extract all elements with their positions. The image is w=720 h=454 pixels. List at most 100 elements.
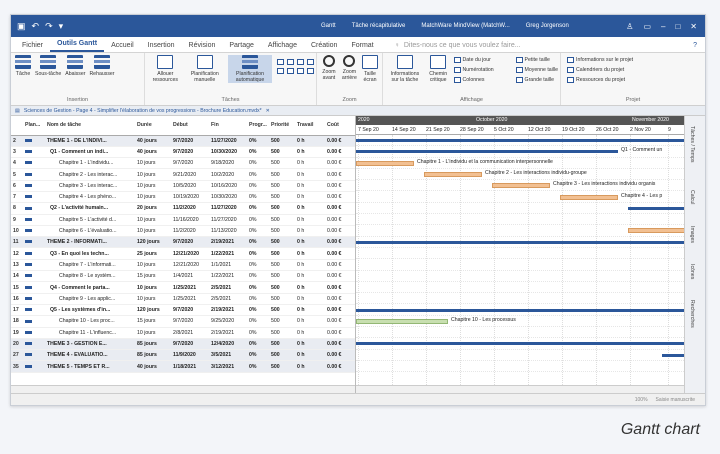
menu-revision[interactable]: Révision	[182, 42, 223, 52]
menu-outils-gantt[interactable]: Outils Gantt	[50, 40, 105, 52]
task-bar[interactable]	[356, 318, 448, 324]
start-cell[interactable]: 10/19/2020	[171, 191, 209, 204]
numbering-option[interactable]: Numérotation	[453, 65, 512, 75]
row-number[interactable]: 9	[11, 214, 23, 226]
medium-size-option[interactable]: Moyenne taille	[515, 65, 558, 75]
save-icon[interactable]: ▣	[17, 21, 26, 32]
task-name-cell[interactable]: Q4 - Comment le parta...	[45, 281, 135, 294]
end-cell[interactable]: 2/19/2021	[209, 304, 247, 317]
task-bar[interactable]	[560, 194, 618, 200]
column-header-work[interactable]: Travail	[295, 116, 325, 136]
duration-cell[interactable]: 10 jours	[135, 168, 171, 181]
plan-cell[interactable]	[23, 157, 45, 170]
progress-cell[interactable]: 0%	[247, 304, 269, 317]
end-cell[interactable]: 11/13/2020	[209, 225, 247, 238]
work-cell[interactable]: 0 h	[295, 168, 325, 181]
work-cell[interactable]: 0 h	[295, 236, 325, 249]
cost-cell[interactable]: 0.00 €	[325, 304, 355, 317]
cost-cell[interactable]: 0.00 €	[325, 281, 355, 294]
duration-cell[interactable]: 10 jours	[135, 191, 171, 204]
row-number[interactable]: 20	[11, 338, 23, 351]
table-row[interactable]: 4 Chapitre 1 - L'individu... 10 jours 9/7/2…	[11, 157, 355, 170]
summary-bar[interactable]	[356, 139, 686, 142]
progress-cell[interactable]: 0%	[247, 135, 269, 147]
plan-cell[interactable]	[23, 168, 45, 181]
table-row[interactable]: 8 Q2 - L'activité humain... 20 jours 11/2/2…	[11, 202, 355, 215]
break-icon[interactable]	[287, 68, 294, 74]
end-cell[interactable]: 3/12/2021	[209, 360, 247, 373]
table-row[interactable]: 7 Chapitre 4 - Les phéno... 10 jours 10/19/…	[11, 191, 355, 204]
row-number[interactable]: 5	[11, 168, 23, 181]
progress-cell[interactable]: 0%	[247, 327, 269, 339]
subtask-button[interactable]: Sous-tâche	[35, 55, 61, 77]
end-cell[interactable]: 1/22/2021	[209, 247, 247, 260]
project-resources-button[interactable]: Ressources du projet	[567, 75, 625, 85]
row-number[interactable]: 12	[11, 247, 23, 260]
end-cell[interactable]: 2/19/2021	[209, 327, 247, 339]
zoom-out-button[interactable]: Zoom arrière	[341, 55, 358, 81]
table-row[interactable]: 11 THEME 2 - INFORMATI... 120 jours 9/7/202…	[11, 236, 355, 249]
cost-cell[interactable]: 0.00 €	[325, 270, 355, 283]
column-header-start[interactable]: Début	[171, 116, 209, 136]
table-row[interactable]: 35 THEME 5 - TEMPS ET R... 40 jours 1/18/20…	[11, 360, 355, 373]
priority-cell[interactable]: 500	[269, 157, 295, 170]
work-cell[interactable]: 0 h	[295, 270, 325, 283]
progress-cell[interactable]: 0%	[247, 247, 269, 260]
row-number[interactable]: 35	[11, 360, 23, 373]
maximize-icon[interactable]: □	[675, 22, 680, 31]
summary-bar[interactable]	[356, 240, 686, 244]
table-row[interactable]: 3 Q1 - Comment un indi... 40 jours 9/7/2020…	[11, 146, 355, 159]
start-cell[interactable]: 9/7/2020	[171, 338, 209, 351]
row-number[interactable]: 16	[11, 293, 23, 305]
task-name-cell[interactable]: Q5 - Les systèmes d'in...	[45, 304, 135, 317]
work-cell[interactable]: 0 h	[295, 349, 325, 362]
plan-cell[interactable]	[23, 281, 45, 294]
menu-format[interactable]: Format	[344, 42, 380, 52]
table-row[interactable]: 14 Chapitre 8 - Le systèm... 15 jours 1/4/2…	[11, 270, 355, 283]
plan-cell[interactable]	[23, 191, 45, 204]
start-cell[interactable]: 9/7/2020	[171, 135, 209, 147]
task-name-cell[interactable]: THEME 2 - INFORMATI...	[45, 236, 135, 249]
priority-cell[interactable]: 500	[269, 327, 295, 339]
row-number[interactable]: 2	[11, 135, 23, 147]
manual-schedule-button[interactable]: Planification manuelle	[186, 55, 224, 83]
row-number[interactable]: 3	[11, 146, 23, 159]
end-cell[interactable]: 10/30/2020	[209, 146, 247, 159]
work-cell[interactable]: 0 h	[295, 180, 325, 192]
start-cell[interactable]: 9/7/2020	[171, 236, 209, 249]
plan-cell[interactable]	[23, 202, 45, 215]
duration-cell[interactable]: 10 jours	[135, 214, 171, 226]
table-row[interactable]: 18 Chapitre 10 - Les proc... 15 jours 9/7/2…	[11, 315, 355, 328]
start-cell[interactable]: 11/9/2020	[171, 349, 209, 362]
task-name-cell[interactable]: Chapitre 5 - L'activité d...	[45, 214, 135, 226]
start-cell[interactable]: 9/7/2020	[171, 146, 209, 159]
summary-bar[interactable]	[356, 150, 618, 154]
tell-me-box[interactable]: ♀ Dites-nous ce que vous voulez faire...	[395, 42, 521, 52]
zoom-in-button[interactable]: Zoom avant	[321, 55, 337, 81]
start-cell[interactable]: 12/21/2020	[171, 259, 209, 272]
person-icon[interactable]: ♙	[626, 22, 633, 31]
table-row[interactable]: 16 Chapitre 9 - Les applic... 10 jours 1/25…	[11, 293, 355, 305]
zoom-level[interactable]: 100%	[635, 397, 648, 403]
progress-cell[interactable]: 0%	[247, 259, 269, 272]
progress-cell[interactable]: 0%	[247, 214, 269, 226]
progress-cell[interactable]: 0%	[247, 225, 269, 238]
end-cell[interactable]: 10/16/2020	[209, 180, 247, 192]
row-number[interactable]: 6	[11, 180, 23, 192]
row-number[interactable]: 13	[11, 259, 23, 272]
end-cell[interactable]: 3/5/2021	[209, 349, 247, 362]
row-number[interactable]: 11	[11, 236, 23, 249]
demote-button[interactable]: Abaisser	[65, 55, 85, 77]
task-name-cell[interactable]: Chapitre 1 - L'individu...	[45, 157, 135, 170]
menu-fichier[interactable]: Fichier	[15, 42, 50, 52]
progress-cell[interactable]: 0%	[247, 168, 269, 181]
milestone-icon[interactable]	[307, 59, 314, 65]
plan-cell[interactable]	[23, 214, 45, 226]
task-name-cell[interactable]: Chapitre 3 - Les interac...	[45, 180, 135, 192]
progress-cell[interactable]: 0%	[247, 349, 269, 362]
summary-bar[interactable]	[356, 342, 686, 346]
duration-cell[interactable]: 85 jours	[135, 349, 171, 362]
task-bar[interactable]	[424, 171, 482, 177]
column-header-end[interactable]: Fin	[209, 116, 247, 136]
cost-cell[interactable]: 0.00 €	[325, 315, 355, 328]
